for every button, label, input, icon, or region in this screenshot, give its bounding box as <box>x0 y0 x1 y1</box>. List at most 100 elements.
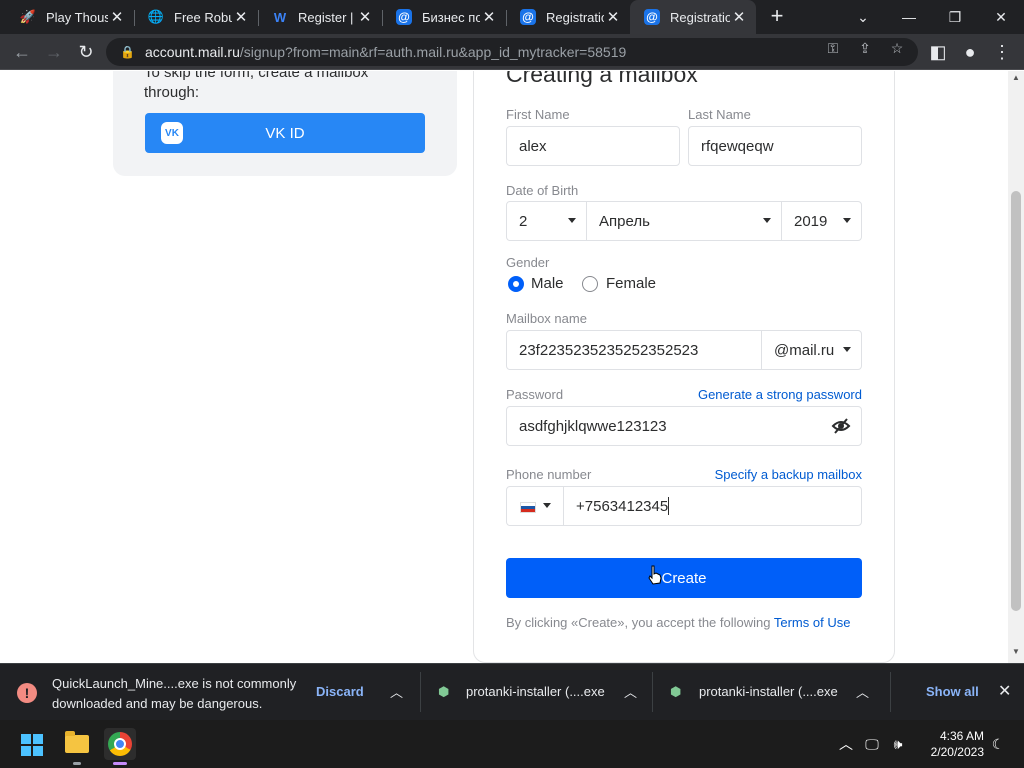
first-name-input[interactable]: alex <box>506 126 680 166</box>
close-icon[interactable]: ✕ <box>998 681 1011 701</box>
chevron-down-icon <box>568 218 576 223</box>
password-label: Password <box>506 387 564 402</box>
chevron-up-icon[interactable]: ︿ <box>836 734 856 754</box>
tab-5[interactable]: @ Registratio ✕ <box>506 0 630 34</box>
discard-button[interactable]: Discard <box>316 684 364 699</box>
phone-value: +7563412345 <box>576 497 669 515</box>
profile-icon[interactable]: ● <box>958 40 982 64</box>
notification-icon[interactable]: ☾ <box>988 734 1008 754</box>
installer-icon: ⬢ <box>438 684 450 699</box>
gender-female-radio[interactable] <box>582 276 598 292</box>
gender-label: Gender <box>506 255 550 270</box>
terms-text: By clicking «Create», you accept the fol… <box>506 615 850 630</box>
gender-female-label[interactable]: Female <box>606 275 656 292</box>
chrome-icon[interactable] <box>104 728 136 760</box>
reload-icon[interactable]: ↻ <box>74 40 98 64</box>
phone-input[interactable]: +7563412345 <box>563 486 862 526</box>
share-icon[interactable]: ⇪ <box>856 39 874 57</box>
download-warning-text: QuickLaunch_Mine....exe is not commonly … <box>52 676 297 711</box>
w-logo-icon: W <box>273 9 287 25</box>
gender-male-label[interactable]: Male <box>531 275 564 292</box>
chevron-up-icon[interactable]: ︿ <box>390 682 403 701</box>
chevron-down-icon <box>543 503 551 508</box>
download-bar: ! QuickLaunch_Mine....exe is not commonl… <box>0 663 1024 720</box>
tab-strip: 🚀 Play Thous ✕ 🌐 Free Robux ✕ W Register… <box>0 0 1024 34</box>
mailbox-name-input[interactable]: 23f2235235235252352523 <box>506 330 762 370</box>
vk-id-button[interactable]: VK VK ID <box>145 113 425 153</box>
key-icon[interactable]: ⚿ <box>824 39 842 57</box>
new-tab-button[interactable]: + <box>766 5 788 27</box>
minimize-icon[interactable]: — <box>886 0 932 34</box>
backup-mailbox-link[interactable]: Specify a backup mailbox <box>715 467 862 482</box>
chevron-up-icon[interactable]: ︿ <box>856 682 869 701</box>
address-bar[interactable]: 🔒 account.mail.ru/signup?from=main&rf=au… <box>106 38 918 66</box>
tab-3[interactable]: W Register | V ✕ <box>258 0 382 34</box>
vk-logo-icon: VK <box>161 122 183 144</box>
close-icon[interactable]: ✕ <box>108 8 126 26</box>
last-name-input[interactable]: rfqewqeqw <box>688 126 862 166</box>
mail-domain-select[interactable]: @mail.ru <box>761 330 862 370</box>
tab-title: Бизнес по <box>422 9 480 25</box>
scroll-thumb[interactable] <box>1011 191 1021 611</box>
network-icon[interactable]: 🖵 <box>862 734 882 754</box>
mail-at-icon: @ <box>396 9 412 25</box>
dob-day-select[interactable]: 2 <box>506 201 587 241</box>
installer-icon: ⬢ <box>670 684 682 699</box>
dob-year-value: 2019 <box>794 212 828 230</box>
dob-label: Date of Birth <box>506 183 579 198</box>
restore-icon[interactable]: ❐ <box>932 0 978 34</box>
page-scrollbar[interactable]: ▲ ▼ <box>1008 71 1024 663</box>
hand-cursor-icon <box>648 565 662 585</box>
terms-of-use-link[interactable]: Terms of Use <box>774 615 851 630</box>
download-item-1[interactable]: protanki-installer (....exe <box>466 684 605 699</box>
side-panel-icon[interactable]: ◧ <box>926 40 950 64</box>
browser-toolbar: ← → ↻ 🔒 account.mail.ru/signup?from=main… <box>0 34 1024 70</box>
rocket-icon: 🚀 <box>19 9 37 24</box>
country-code-select[interactable] <box>506 486 564 526</box>
lock-icon: 🔒 <box>120 45 135 59</box>
close-icon[interactable]: ✕ <box>232 8 250 26</box>
password-input[interactable]: asdfghjklqwwe123123 <box>506 406 862 446</box>
dob-month-value: Апрель <box>599 212 650 230</box>
tab-6-active[interactable]: @ Registratio ✕ <box>630 0 756 34</box>
dob-month-select[interactable]: Апрель <box>586 201 782 241</box>
first-name-value: alex <box>519 137 547 155</box>
close-icon[interactable]: ✕ <box>604 8 622 26</box>
window-close-icon[interactable]: ✕ <box>978 0 1024 34</box>
dob-year-select[interactable]: 2019 <box>781 201 862 241</box>
download-separator <box>420 672 421 712</box>
windows-start-icon[interactable] <box>21 734 43 756</box>
show-all-button[interactable]: Show all <box>926 684 979 699</box>
tab-4[interactable]: @ Бизнес по ✕ <box>382 0 506 34</box>
back-arrow-icon[interactable]: ← <box>10 40 34 64</box>
tab-1[interactable]: 🚀 Play Thous ✕ <box>6 0 134 34</box>
tab-search-icon[interactable]: ⌄ <box>840 0 886 34</box>
eye-off-icon[interactable] <box>831 416 851 436</box>
tab-2[interactable]: 🌐 Free Robux ✕ <box>134 0 258 34</box>
generate-password-link[interactable]: Generate a strong password <box>698 387 862 402</box>
download-item-2[interactable]: protanki-installer (....exe <box>699 684 838 699</box>
create-button[interactable]: Create <box>506 558 862 598</box>
file-explorer-icon[interactable] <box>61 728 93 760</box>
chevron-up-icon[interactable]: ︿ <box>624 682 637 701</box>
dob-day-value: 2 <box>519 212 528 230</box>
gender-male-radio[interactable] <box>508 276 524 292</box>
page-content: To skip the form, create a mailbox throu… <box>0 71 1008 663</box>
menu-icon[interactable]: ⋮ <box>990 40 1014 64</box>
taskbar-clock[interactable]: 4:36 AM 2/20/2023 <box>914 728 984 760</box>
close-icon[interactable]: ✕ <box>356 8 374 26</box>
scroll-down-icon[interactable]: ▼ <box>1008 647 1024 661</box>
forward-arrow-icon[interactable]: → <box>42 40 66 64</box>
star-icon[interactable]: ☆ <box>888 39 906 57</box>
tab-title: Register | V <box>298 9 356 25</box>
mail-at-icon: @ <box>520 9 536 25</box>
last-name-value: rfqewqeqw <box>701 137 774 155</box>
close-icon[interactable]: ✕ <box>480 8 498 26</box>
close-icon[interactable]: ✕ <box>730 8 748 26</box>
download-separator <box>890 672 891 712</box>
chevron-down-icon <box>763 218 771 223</box>
mailbox-name-value: 23f2235235235252352523 <box>519 341 699 359</box>
clock-date: 2/20/2023 <box>930 745 984 759</box>
scroll-up-icon[interactable]: ▲ <box>1008 73 1024 87</box>
volume-icon[interactable]: 🕪 <box>888 734 908 754</box>
